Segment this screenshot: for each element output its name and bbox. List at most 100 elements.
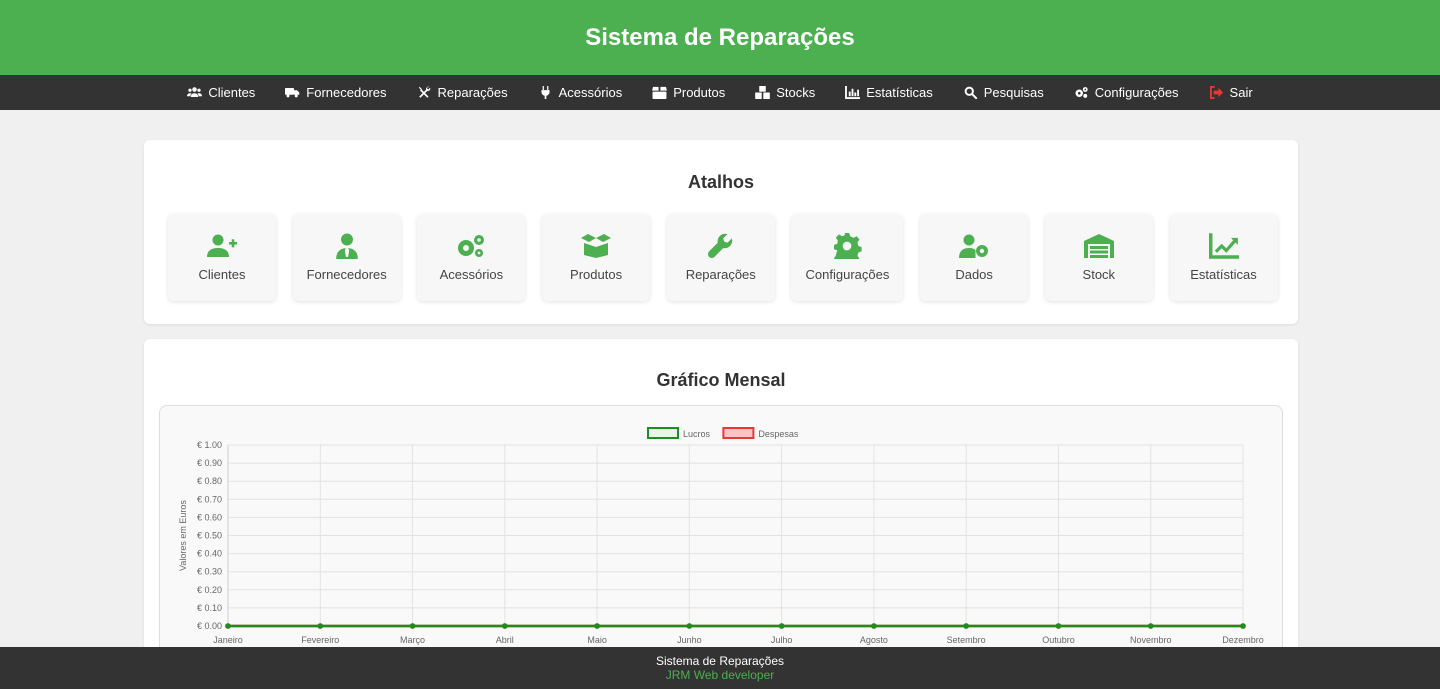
shortcut-produtos[interactable]: Produtos bbox=[542, 214, 651, 301]
gear-icon bbox=[834, 233, 863, 259]
shortcut-estatisticas[interactable]: Estatísticas bbox=[1169, 214, 1278, 301]
y-tick-label: € 0.10 bbox=[197, 603, 222, 613]
nav-item-reparacoes[interactable]: Reparações bbox=[402, 75, 523, 110]
user-tie-icon bbox=[335, 233, 358, 259]
y-tick-label: € 0.50 bbox=[197, 531, 222, 541]
y-tick-label: € 0.70 bbox=[197, 494, 222, 504]
legend-swatch bbox=[647, 427, 679, 439]
shortcut-label: Reparações bbox=[685, 267, 756, 282]
nav-item-sair[interactable]: Sair bbox=[1194, 75, 1268, 110]
nav-label: Configurações bbox=[1094, 85, 1179, 100]
box-open-icon bbox=[581, 234, 612, 258]
chart-line-icon bbox=[1208, 233, 1239, 259]
data-point bbox=[594, 623, 600, 629]
nav-item-fornecedores[interactable]: Fornecedores bbox=[270, 75, 401, 110]
data-point bbox=[317, 623, 324, 629]
shortcut-tiles: Clientes Fornecedores Acessórios Produto… bbox=[168, 214, 1294, 301]
shortcuts-card: Atalhos Clientes Fornecedores Acessórios… bbox=[144, 140, 1298, 324]
x-tick-label: Dezembro bbox=[1222, 635, 1264, 645]
legend-label: Despesas bbox=[758, 429, 799, 439]
nav-item-pesquisas[interactable]: Pesquisas bbox=[948, 75, 1059, 110]
y-tick-label: € 0.20 bbox=[197, 585, 222, 595]
data-point bbox=[502, 623, 508, 629]
shortcut-label: Acessórios bbox=[439, 267, 504, 282]
user-plus-icon bbox=[207, 234, 237, 257]
nav-item-clientes[interactable]: Clientes bbox=[172, 75, 270, 110]
data-point bbox=[1240, 623, 1246, 629]
x-tick-label: Setembro bbox=[947, 635, 986, 645]
nav-label: Produtos bbox=[673, 85, 726, 100]
nav-label: Clientes bbox=[208, 85, 256, 100]
x-tick-label: Fevereiro bbox=[301, 635, 339, 645]
x-tick-label: Outubro bbox=[1042, 635, 1075, 645]
tools-icon bbox=[418, 86, 430, 98]
cogs-icon bbox=[458, 235, 485, 257]
shortcut-fornecedores[interactable]: Fornecedores bbox=[292, 214, 401, 301]
shortcut-label: Configurações bbox=[805, 267, 890, 282]
data-point bbox=[1055, 623, 1062, 629]
y-tick-label: € 0.40 bbox=[197, 549, 222, 559]
y-axis-label: Valores em Euros bbox=[178, 500, 188, 571]
app-header: Sistema de Reparações bbox=[0, 0, 1440, 75]
x-tick-label: Junho bbox=[677, 635, 702, 645]
x-tick-label: Julho bbox=[771, 635, 793, 645]
y-tick-label: € 0.00 bbox=[197, 621, 222, 631]
nav-item-produtos[interactable]: Produtos bbox=[637, 75, 740, 110]
y-tick-label: € 0.80 bbox=[197, 476, 222, 486]
shortcut-dados[interactable]: Dados bbox=[920, 214, 1029, 301]
shortcuts-title: Atalhos bbox=[687, 172, 754, 192]
nav-item-stocks[interactable]: Stocks bbox=[740, 75, 830, 110]
main-nav: Clientes Fornecedores Reparações Acessór… bbox=[0, 75, 1440, 110]
nav-label: Acessórios bbox=[558, 85, 623, 100]
shortcut-configuracoes[interactable]: Configurações bbox=[791, 214, 904, 301]
data-point bbox=[409, 623, 416, 629]
shortcut-acessorios[interactable]: Acessórios bbox=[417, 214, 526, 301]
data-point bbox=[963, 623, 969, 629]
x-tick-label: Janeiro bbox=[213, 635, 243, 645]
x-tick-label: Março bbox=[400, 635, 425, 645]
nav-label: Pesquisas bbox=[983, 85, 1044, 100]
shortcut-clientes[interactable]: Clientes bbox=[168, 214, 276, 301]
nav-label: Fornecedores bbox=[306, 85, 387, 100]
y-tick-label: € 0.30 bbox=[197, 567, 222, 577]
wrench-icon bbox=[707, 233, 732, 258]
sign-out-icon bbox=[1209, 86, 1223, 99]
shortcut-label: Dados bbox=[955, 267, 993, 282]
shortcut-label: Fornecedores bbox=[306, 267, 387, 282]
shortcut-stock[interactable]: Stock bbox=[1044, 214, 1153, 301]
nav-label: Sair bbox=[1229, 85, 1253, 100]
data-point bbox=[871, 623, 877, 629]
truck-icon bbox=[285, 88, 300, 98]
shortcut-reparacoes[interactable]: Reparações bbox=[666, 214, 775, 301]
users-icon bbox=[187, 87, 203, 97]
data-point bbox=[686, 623, 693, 629]
boxes-icon bbox=[755, 86, 771, 99]
nav-item-acessorios[interactable]: Acessórios bbox=[523, 75, 638, 110]
shortcut-label: Clientes bbox=[198, 267, 246, 282]
cogs-icon bbox=[1075, 87, 1088, 98]
nav-item-estatisticas[interactable]: Estatísticas bbox=[830, 75, 947, 110]
x-tick-label: Abril bbox=[496, 635, 514, 645]
y-tick-label: € 0.60 bbox=[197, 512, 222, 522]
shortcut-label: Produtos bbox=[570, 267, 623, 282]
nav-label: Stocks bbox=[776, 85, 816, 100]
plug-icon bbox=[541, 86, 550, 99]
x-tick-label: Novembro bbox=[1130, 635, 1172, 645]
data-point bbox=[778, 623, 785, 629]
user-cog-icon bbox=[959, 234, 989, 258]
legend-label: Lucros bbox=[683, 429, 711, 439]
nav-item-configuracoes[interactable]: Configurações bbox=[1059, 75, 1194, 110]
data-point bbox=[1147, 623, 1154, 629]
legend-swatch bbox=[722, 427, 755, 439]
search-icon bbox=[964, 86, 977, 99]
warehouse-icon bbox=[1083, 234, 1114, 258]
data-point bbox=[225, 623, 231, 629]
monthly-chart-card: Gráfico Mensal € 1.00 € 0.90 € 0.80 € 0.70 €… bbox=[144, 339, 1298, 689]
shortcut-label: Stock bbox=[1082, 267, 1116, 282]
chart-icon bbox=[845, 86, 861, 99]
y-tick-label: € 0.90 bbox=[197, 458, 222, 468]
y-tick-label: € 1.00 bbox=[197, 440, 222, 450]
x-tick-label: Maio bbox=[587, 635, 607, 645]
nav-label: Reparações bbox=[437, 85, 508, 100]
footer-credit: JRM Web developer bbox=[665, 668, 775, 682]
